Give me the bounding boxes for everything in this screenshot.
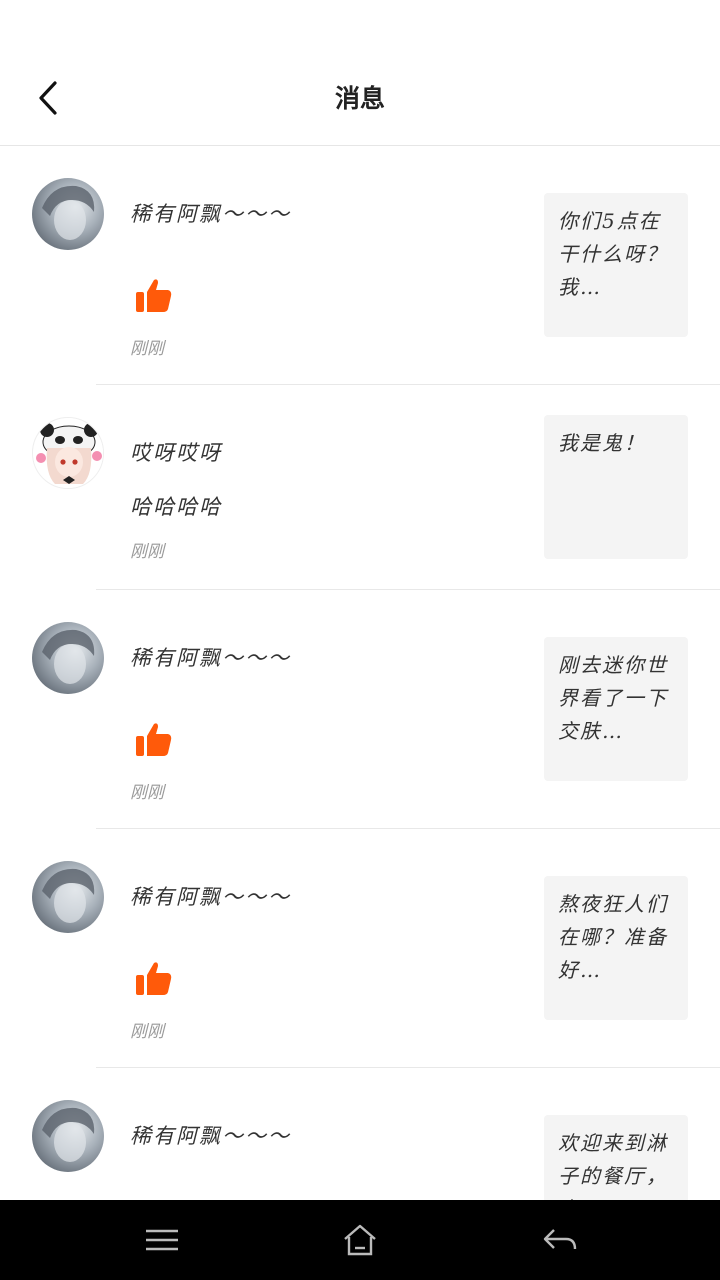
nav-menu-button[interactable] [138,1216,186,1264]
avatar[interactable] [32,1100,104,1172]
male-avatar-icon [42,185,95,240]
timestamp: 刚刚 [130,783,164,803]
comment-text: 哈哈哈哈 [130,495,222,519]
male-avatar-icon [42,868,95,923]
sender-name: 稀有阿飘～～～ [130,646,291,670]
post-preview[interactable]: 刚去迷你世界看了一下交肤… [544,637,688,781]
message-list[interactable]: 稀有阿飘～～～ 刚刚 你们5点在干什么呀？我… 哎呀哎呀 哈哈哈哈 刚刚 我是鬼… [0,146,720,1200]
nav-home-button[interactable] [336,1216,384,1264]
message-item[interactable]: 稀有阿飘～～～ 刚刚 熬夜狂人们在哪？准备好… [0,829,720,1068]
sender-name: 哎呀哎呀 [130,441,222,465]
thumbs-up-icon [136,279,172,312]
status-bar-space [0,0,720,52]
back-icon [543,1229,577,1250]
avatar[interactable] [32,417,104,489]
thumbs-up-icon [136,723,172,756]
message-item[interactable]: 哎呀哎呀 哈哈哈哈 刚刚 我是鬼！ [0,385,720,590]
post-preview[interactable]: 欢迎来到淋子的餐厅，点… [544,1115,688,1200]
avatar[interactable] [32,622,104,694]
timestamp: 刚刚 [130,1022,164,1042]
avatar[interactable] [32,178,104,250]
sender-name: 稀有阿飘～～～ [130,885,291,909]
system-navbar [0,1200,720,1280]
sender-name: 稀有阿飘～～～ [130,202,291,226]
message-item[interactable]: 稀有阿飘～～～ 刚刚 你们5点在干什么呀？我… [0,146,720,385]
post-preview[interactable]: 我是鬼！ [544,415,688,559]
post-preview[interactable]: 你们5点在干什么呀？我… [544,193,688,337]
message-item[interactable]: 稀有阿飘～～～ 刚刚 刚去迷你世界看了一下交肤… [0,590,720,829]
page-title: 消息 [334,84,385,113]
menu-icon [146,1229,178,1251]
timestamp: 刚刚 [130,339,164,359]
male-avatar-icon [42,1107,95,1162]
panda-girl-avatar-icon [33,418,103,488]
sender-name: 稀有阿飘～～～ [130,1124,291,1148]
nav-back-button[interactable] [536,1216,584,1264]
post-preview[interactable]: 熬夜狂人们在哪？准备好… [544,876,688,1020]
home-icon [344,1224,376,1256]
male-avatar-icon [42,629,95,684]
header: 消息 [0,52,720,146]
thumbs-up-icon [136,962,172,995]
avatar[interactable] [32,861,104,933]
message-item[interactable]: 稀有阿飘～～～ 欢迎来到淋子的餐厅，点… [0,1068,720,1200]
timestamp: 刚刚 [130,542,164,562]
